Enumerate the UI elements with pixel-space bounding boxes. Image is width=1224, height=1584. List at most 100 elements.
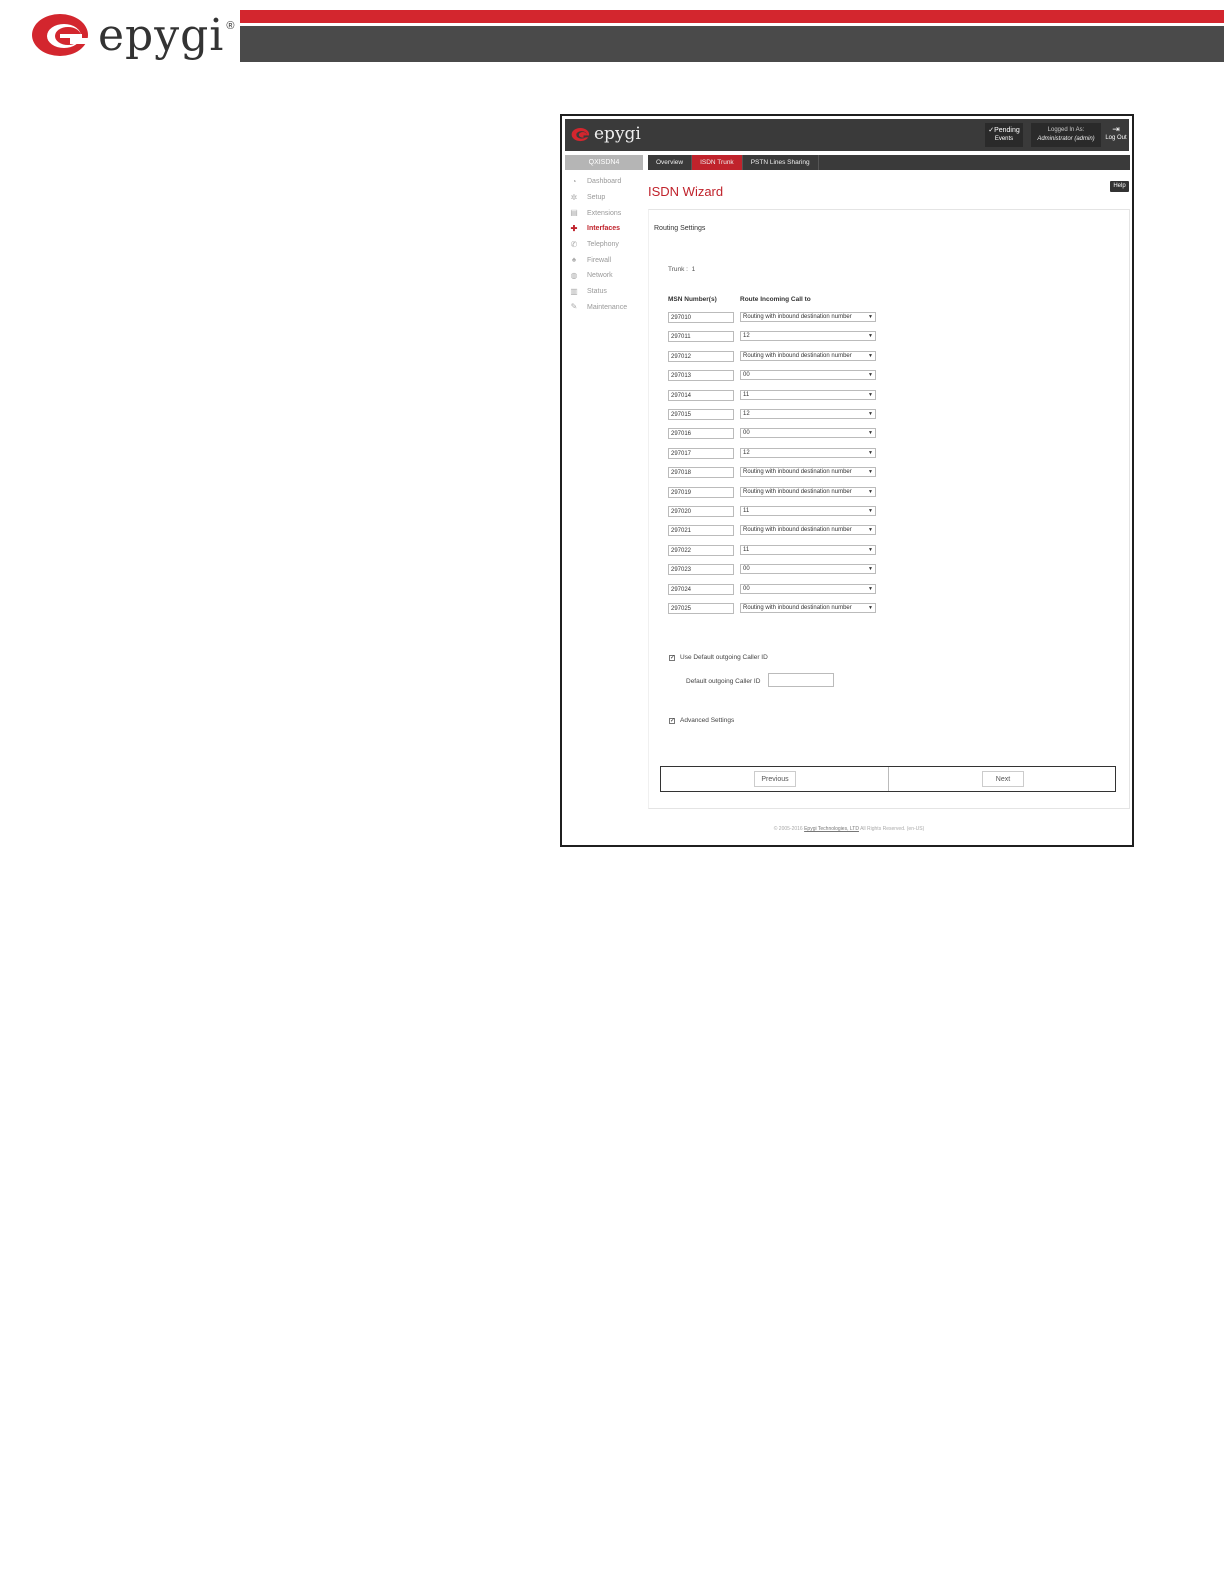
chevron-down-icon: ▼ [868,352,873,359]
epygi-logo-mark-icon [32,14,88,56]
msn-number-input[interactable]: 297014 [668,389,734,401]
sidebar-item-status[interactable]: ▥ Status [569,284,649,300]
use-default-caller-id-checkbox[interactable]: ✓ [669,655,675,661]
sidebar-item-telephony[interactable]: ✆ Telephony [569,237,649,253]
chevron-down-icon: ▼ [868,449,873,456]
interfaces-icon: ✚ [570,223,578,233]
route-select-value: Routing with inbound destination number [743,605,852,611]
trunk-value: 1 [691,266,696,273]
tab-isdn-trunk[interactable]: ISDN Trunk [692,155,743,170]
sidebar-item-setup[interactable]: ✲ Setup [569,190,649,206]
msn-number-input[interactable]: 297021 [668,525,734,537]
route-select[interactable]: Routing with inbound destination number ▼ [740,603,876,613]
msn-number-input[interactable]: 297016 [668,428,734,440]
copyright-footer: © 2005-2016 Epygi Technologies, LTD All … [562,826,1136,832]
sidebar-item-network[interactable]: ◍ Network [569,268,649,284]
flame-icon: ♠ [571,255,577,265]
msn-number-input[interactable]: 297023 [668,564,734,576]
msn-number-input[interactable]: 297013 [668,370,734,382]
sidebar-item-label: Setup [587,194,606,202]
header-red-bar [240,10,1224,23]
trunk-info: Trunk : 1 [668,266,695,273]
route-select-value: 00 [743,566,750,573]
msn-number-input[interactable]: 297015 [668,409,734,420]
sidebar-item-interfaces[interactable]: ✚ Interfaces [569,221,649,237]
phone-icon: ✆ [570,239,578,249]
isdn-wizard-screenshot: epygi ✓Pending Events Logged In As: Admi… [560,114,1134,847]
route-select[interactable]: Routing with inbound destination number ▼ [740,525,876,536]
page-title: ISDN Wizard [648,184,724,199]
registered-mark: ® [226,20,235,32]
sidebar-item-firewall[interactable]: ♠ Firewall [569,252,649,268]
route-select-value: Routing with inbound destination number [743,469,852,476]
advanced-settings-checkbox[interactable]: ✓ [669,718,675,724]
trunk-label: Trunk : [668,266,688,273]
route-select-value: Routing with inbound destination number [743,527,852,534]
route-select[interactable]: Routing with inbound destination number ▼ [740,486,876,497]
msn-number-input[interactable]: 297012 [668,350,734,362]
msn-number-input[interactable]: 297022 [668,544,734,556]
route-select-value: Routing with inbound destination number [743,488,852,495]
navigation-divider [888,767,889,791]
route-select[interactable]: 11 ▼ [740,544,876,555]
sidebar-item-maintenance[interactable]: ✎ Maintenance [569,300,649,316]
msn-number-input[interactable]: 297024 [668,583,734,595]
route-select[interactable]: Routing with inbound destination number ▼ [740,350,876,361]
route-select[interactable]: 12 ▼ [740,447,876,458]
route-select[interactable]: 12 ▼ [740,409,876,419]
sidebar-item-dashboard[interactable]: ◔ Dashboard [569,174,649,190]
route-select[interactable]: 00 ▼ [740,583,876,594]
help-button[interactable]: Help [1110,181,1129,192]
logout-button[interactable]: ⇥ Log Out [1103,123,1129,147]
chevron-down-icon: ▼ [868,585,873,592]
chevron-down-icon: ▼ [868,469,873,476]
route-select[interactable]: Routing with inbound destination number ▼ [740,312,876,322]
epygi-logo: epygi ® [30,10,235,61]
msn-number-input[interactable]: 297011 [668,331,734,343]
sidebar-item-label: Network [587,272,613,280]
tab-overview[interactable]: Overview [648,155,693,170]
route-select[interactable]: 00 ▼ [740,370,876,381]
msn-number-input[interactable]: 297020 [668,506,734,517]
pending-events-button[interactable]: ✓Pending Events [985,123,1023,147]
company-link[interactable]: Epygi Technologies, LTD [804,826,859,832]
msn-number-input[interactable]: 297018 [668,467,734,479]
logged-in-user: Administrator (admin) [1037,136,1095,142]
next-button[interactable]: Next [982,771,1024,787]
chevron-down-icon: ▼ [868,430,873,437]
route-select-value: Routing with inbound destination number [743,314,852,320]
msn-number-input[interactable]: 297025 [668,603,734,614]
route-select-value: 00 [743,372,750,379]
route-select[interactable]: 00 ▼ [740,564,876,575]
logged-in-info: Logged In As: Administrator (admin) [1031,123,1101,147]
app-header: epygi ✓Pending Events Logged In As: Admi… [565,119,1129,151]
copyright-prefix: © 2005-2016 [773,826,803,832]
route-select[interactable]: 11 ▼ [740,506,876,516]
sidebar-item-extensions[interactable]: ▤ Extensions [569,205,649,221]
section-title: Routing Settings [654,225,706,232]
route-select[interactable]: Routing with inbound destination number ▼ [740,467,876,478]
gear-icon: ✲ [570,192,578,202]
sidebar-item-label: Firewall [587,256,612,264]
logged-in-label: Logged In As: [1047,127,1085,133]
header-dark-bar [240,26,1224,62]
chevron-down-icon: ▼ [868,546,873,553]
logout-label: Log Out [1105,135,1127,141]
route-select[interactable]: 12 ▼ [740,331,876,342]
sidebar-item-label: Interfaces [587,225,621,233]
tab-bar: Overview ISDN Trunk PSTN Lines Sharing [648,155,1130,170]
msn-number-input[interactable]: 297019 [668,486,734,498]
document-header: epygi ® [0,0,1224,70]
tab-pstn-lines-sharing[interactable]: PSTN Lines Sharing [743,155,819,170]
route-select-value: 11 [743,508,750,514]
route-select[interactable]: 11 ▼ [740,389,876,400]
pending-events-sublabel: Events [994,136,1014,142]
msn-number-input[interactable]: 297017 [668,447,734,459]
msn-number-input[interactable]: 297010 [668,312,734,323]
route-select[interactable]: 00 ▼ [740,428,876,439]
sidebar-item-label: Extensions [587,209,622,217]
default-caller-id-input[interactable] [768,673,834,687]
sidebar-item-label: Maintenance [587,303,628,311]
chevron-down-icon: ▼ [868,333,873,340]
previous-button[interactable]: Previous [754,771,796,787]
